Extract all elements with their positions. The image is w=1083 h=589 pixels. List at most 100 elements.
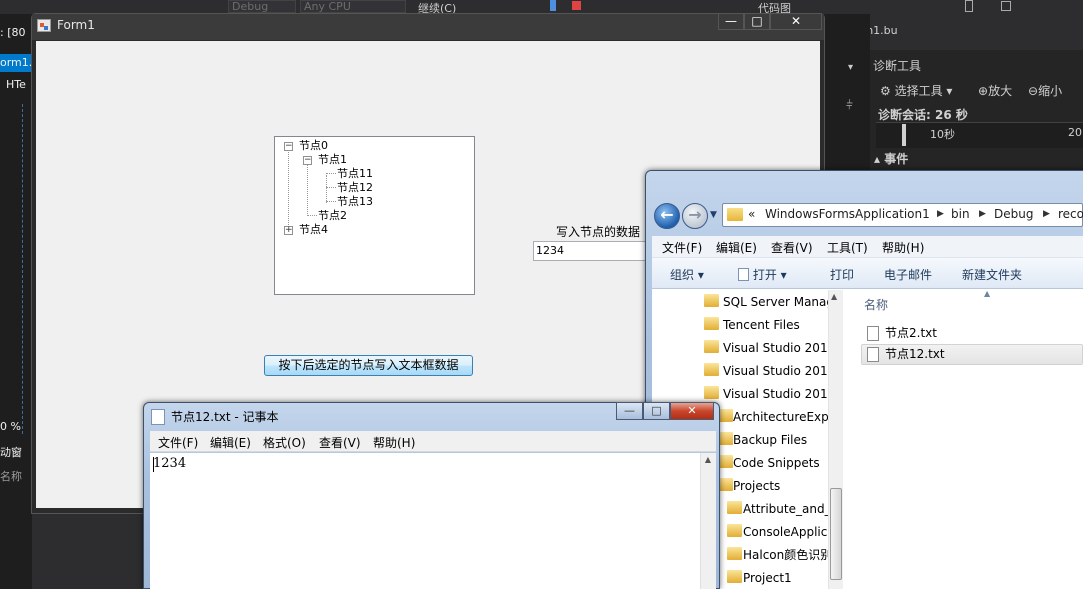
tree-node[interactable]: 节点1 (318, 154, 347, 166)
tree-node[interactable]: 节点12 (337, 182, 373, 194)
file-item[interactable]: 节点2.txt (885, 324, 937, 343)
folder-icon (704, 386, 719, 399)
menu-file[interactable]: 文件(F) (158, 434, 198, 451)
nav-folder[interactable]: ArchitectureExpl (733, 410, 832, 424)
nav-pane-scroll-thumb[interactable] (830, 488, 842, 580)
pause-icon[interactable] (550, 0, 556, 11)
breadcrumb-overflow[interactable]: « (748, 207, 755, 221)
organize-button[interactable]: 组织 ▾ (670, 266, 704, 283)
maximize-button[interactable]: □ (643, 402, 670, 420)
tree-line (326, 173, 336, 174)
folder-icon (727, 208, 743, 221)
column-header-name[interactable]: 名称 (864, 296, 888, 313)
tree-node[interactable]: 节点13 (337, 196, 373, 208)
zoom-out-button[interactable]: ⊖缩小 (1028, 82, 1062, 99)
menu-edit[interactable]: 编辑(E) (716, 239, 757, 256)
form1-caption[interactable] (32, 14, 824, 40)
nav-folder[interactable]: Visual Studio 2015 (723, 387, 835, 401)
notepad-text-area[interactable] (150, 453, 700, 589)
close-button[interactable]: ✕ (770, 13, 822, 30)
nav-folder[interactable]: Visual Studio 2012 (723, 364, 835, 378)
layout-icon[interactable] (1001, 1, 1011, 11)
events-section[interactable]: ▴ 事件 (874, 150, 908, 167)
zoom-in-label: 放大 (988, 84, 1013, 98)
menu-tools[interactable]: 工具(T) (827, 239, 868, 256)
nav-folder[interactable]: Halcon颜色识别 (743, 548, 832, 562)
nav-folder[interactable]: ConsoleApplic (743, 525, 827, 539)
notepad-scrollbar[interactable] (700, 453, 716, 589)
menu-help[interactable]: 帮助(H) (882, 239, 924, 256)
minimize-button[interactable]: — (718, 13, 744, 30)
select-tool-button[interactable]: ⚙ 选择工具 ▾ (880, 82, 952, 99)
tree-node[interactable]: 节点4 (299, 224, 328, 236)
nav-folder[interactable]: SQL Server Manag (723, 295, 834, 309)
tree-line (326, 201, 336, 202)
folder-icon (718, 432, 733, 445)
write-node-button[interactable]: 按下后选定的节点写入文本框数据 (264, 355, 473, 376)
nav-folder[interactable]: Visual Studio 2010 (723, 341, 835, 355)
scroll-up-icon[interactable]: ▲ (700, 455, 716, 464)
dropdown-arrow-icon[interactable]: ▾ (848, 62, 862, 73)
timeline-marker[interactable] (902, 124, 906, 146)
text-caret (153, 457, 154, 472)
open-button[interactable]: 打开 ▾ (738, 266, 787, 283)
stop-icon[interactable] (572, 1, 581, 10)
auto-window-tab[interactable]: 动窗 (0, 444, 32, 462)
menu-format[interactable]: 格式(O) (263, 434, 306, 451)
file-item[interactable]: 节点12.txt (885, 345, 945, 364)
menu-view[interactable]: 查看(V) (319, 434, 361, 451)
nav-folder[interactable]: Code Snippets (733, 456, 820, 470)
scroll-up-icon[interactable]: ▲ (831, 292, 837, 301)
zoom-in-button[interactable]: ⊕放大 (978, 82, 1012, 99)
close-button[interactable]: ✕ (670, 402, 714, 420)
email-button[interactable]: 电子邮件 (884, 266, 932, 283)
nav-folder[interactable]: Projects (733, 479, 780, 493)
expand-icon[interactable]: + (284, 226, 293, 235)
new-folder-button[interactable]: 新建文件夹 (962, 266, 1022, 283)
tree-line (326, 175, 327, 203)
collapse-icon[interactable]: − (303, 156, 312, 165)
feedback-icon[interactable] (965, 0, 973, 12)
forward-arrow-icon[interactable]: → (682, 203, 708, 229)
recent-pages-dropdown[interactable]: ▼ (710, 210, 717, 220)
menu-help[interactable]: 帮助(H) (373, 434, 415, 451)
collapse-icon[interactable]: − (284, 142, 293, 151)
notepad-icon (738, 268, 749, 281)
notepad-content: 1234 (153, 456, 187, 471)
chevron-right-icon[interactable]: ▶ (937, 209, 944, 219)
menu-edit[interactable]: 编辑(E) (210, 434, 251, 451)
breadcrumb-item[interactable]: reco (1058, 207, 1083, 221)
write-data-textbox[interactable]: 1234 (533, 241, 653, 261)
breadcrumb-item[interactable]: bin (951, 207, 970, 221)
nav-folder[interactable]: Attribute_and_l (743, 502, 834, 516)
breadcrumb-item[interactable]: Debug (994, 207, 1033, 221)
node-treeview[interactable]: − 节点0 − 节点1 节点11 节点12 节点13 节点2 + 节点4 (274, 136, 475, 295)
tree-node[interactable]: 节点2 (318, 210, 347, 222)
tree-node[interactable]: 节点11 (337, 168, 373, 180)
print-button[interactable]: 打印 (830, 266, 854, 283)
maximize-button[interactable]: □ (744, 13, 770, 30)
folder-icon (718, 478, 733, 491)
back-arrow-icon[interactable]: ← (654, 203, 680, 229)
nav-folder[interactable]: Backup Files (733, 433, 807, 447)
gear-icon: ⚙ (880, 84, 891, 98)
minimize-button[interactable]: — (616, 402, 643, 420)
chevron-right-icon[interactable]: ▶ (1043, 209, 1050, 219)
split-icon[interactable]: ⫩ (846, 98, 853, 113)
zoom-level[interactable]: 0 % (0, 418, 32, 436)
cpu-combo[interactable]: Any CPU (300, 0, 406, 13)
breadcrumb-item[interactable]: WindowsFormsApplication1 (765, 207, 930, 221)
left-tab-hte[interactable]: HTe (0, 76, 32, 94)
sort-arrow-icon: ▲ (984, 289, 991, 298)
tree-line (326, 187, 336, 188)
nav-folder[interactable]: Tencent Files (723, 318, 800, 332)
chevron-right-icon[interactable]: ▶ (979, 209, 986, 219)
left-tab-form[interactable]: orm1. (0, 54, 32, 72)
diagnostic-timeline[interactable] (876, 122, 1083, 148)
menu-view[interactable]: 查看(V) (771, 239, 813, 256)
diagnostic-session: 诊断会话: 26 秒 (878, 108, 968, 122)
tree-node[interactable]: 节点0 (299, 140, 328, 152)
config-combo[interactable]: Debug (228, 0, 296, 13)
menu-file[interactable]: 文件(F) (662, 239, 702, 256)
nav-folder[interactable]: Project1 (743, 571, 792, 585)
